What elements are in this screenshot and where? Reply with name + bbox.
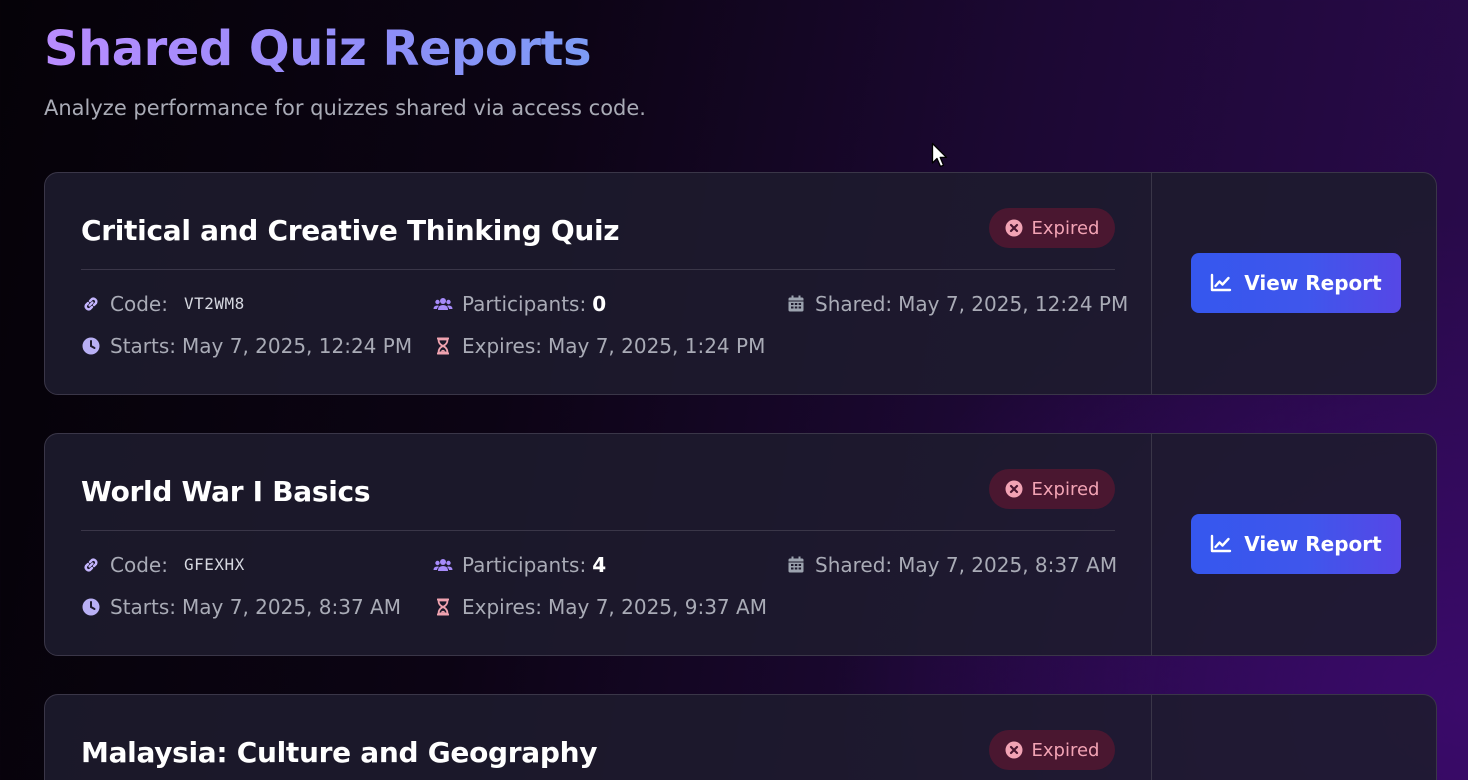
divider [81, 530, 1115, 531]
quiz-report-card: World War I Basics Expired Code: GFEXHX [44, 433, 1437, 656]
view-report-button[interactable]: View Report [1191, 514, 1401, 574]
status-text: Expired [1031, 217, 1100, 239]
expire-date: May 7, 2025, 1:24 PM [547, 334, 766, 358]
access-code: GFEXHX [183, 555, 245, 574]
shared-date: May 7, 2025, 12:24 PM [898, 292, 1129, 316]
meta-label: Code: [110, 553, 168, 577]
shared-date: May 7, 2025, 8:37 AM [898, 553, 1118, 577]
status-badge: Expired [989, 469, 1115, 509]
mouse-cursor-icon [931, 142, 948, 168]
meta-label: Code: [110, 292, 168, 316]
status-badge: Expired [989, 208, 1115, 248]
view-report-label: View Report [1244, 271, 1382, 295]
quiz-title: Critical and Creative Thinking Quiz [81, 214, 620, 247]
link-icon [84, 297, 98, 311]
quiz-title: World War I Basics [81, 475, 371, 508]
divider [81, 269, 1115, 270]
meta-participants: Participants: 0 [433, 291, 606, 317]
expire-date: May 7, 2025, 9:37 AM [547, 595, 767, 619]
start-date: May 7, 2025, 8:37 AM [182, 595, 401, 619]
meta-expires: Expires: May 7, 2025, 1:24 PM [433, 333, 765, 359]
quiz-report-card: Malaysia: Culture and Geography Expired [44, 694, 1437, 780]
card-details: Malaysia: Culture and Geography Expired [45, 695, 1151, 780]
card-actions: View Report [1151, 434, 1436, 655]
meta-label: Participants: [462, 292, 587, 316]
x-circle-icon [1005, 219, 1023, 237]
meta-label: Expires: [462, 334, 542, 358]
meta-label: Shared: [815, 553, 893, 577]
status-text: Expired [1031, 478, 1100, 500]
meta-label: Participants: [462, 553, 587, 577]
meta-label: Shared: [815, 292, 893, 316]
calendar-icon [788, 556, 804, 573]
card-details: Critical and Creative Thinking Quiz Expi… [45, 173, 1151, 394]
status-badge: Expired [989, 730, 1115, 770]
users-icon [433, 559, 453, 571]
clock-icon [82, 598, 100, 616]
calendar-icon [788, 295, 804, 312]
meta-starts: Starts: May 7, 2025, 8:37 AM [81, 594, 401, 620]
hourglass-icon [437, 337, 449, 355]
status-text: Expired [1031, 739, 1100, 761]
hourglass-icon [437, 598, 449, 616]
chart-line-icon [1211, 534, 1232, 553]
card-actions [1151, 695, 1436, 780]
x-circle-icon [1005, 480, 1023, 498]
view-report-label: View Report [1244, 532, 1382, 556]
view-report-button[interactable]: View Report [1191, 253, 1401, 313]
meta-participants: Participants: 4 [433, 552, 606, 578]
meta-label: Starts: [110, 334, 177, 358]
meta-shared: Shared: May 7, 2025, 8:37 AM [786, 552, 1117, 578]
participant-count: 4 [592, 553, 607, 577]
card-actions: View Report [1151, 173, 1436, 394]
meta-label: Expires: [462, 595, 542, 619]
page-subtitle: Analyze performance for quizzes shared v… [44, 96, 646, 120]
clock-icon [82, 337, 100, 355]
link-icon [84, 558, 98, 572]
access-code: VT2WM8 [183, 294, 245, 313]
chart-line-icon [1211, 273, 1232, 292]
quiz-report-card: Critical and Creative Thinking Quiz Expi… [44, 172, 1437, 395]
meta-code: Code: GFEXHX [81, 552, 245, 578]
users-icon [433, 298, 453, 310]
x-circle-icon [1005, 741, 1023, 759]
meta-expires: Expires: May 7, 2025, 9:37 AM [433, 594, 767, 620]
meta-shared: Shared: May 7, 2025, 12:24 PM [786, 291, 1128, 317]
meta-code: Code: VT2WM8 [81, 291, 245, 317]
participant-count: 0 [592, 292, 607, 316]
meta-starts: Starts: May 7, 2025, 12:24 PM [81, 333, 412, 359]
page-title: Shared Quiz Reports [44, 18, 592, 80]
page: Shared Quiz Reports Analyze performance … [44, 0, 1439, 780]
quiz-title: Malaysia: Culture and Geography [81, 736, 598, 769]
meta-label: Starts: [110, 595, 177, 619]
card-details: World War I Basics Expired Code: GFEXHX [45, 434, 1151, 655]
start-date: May 7, 2025, 12:24 PM [182, 334, 413, 358]
